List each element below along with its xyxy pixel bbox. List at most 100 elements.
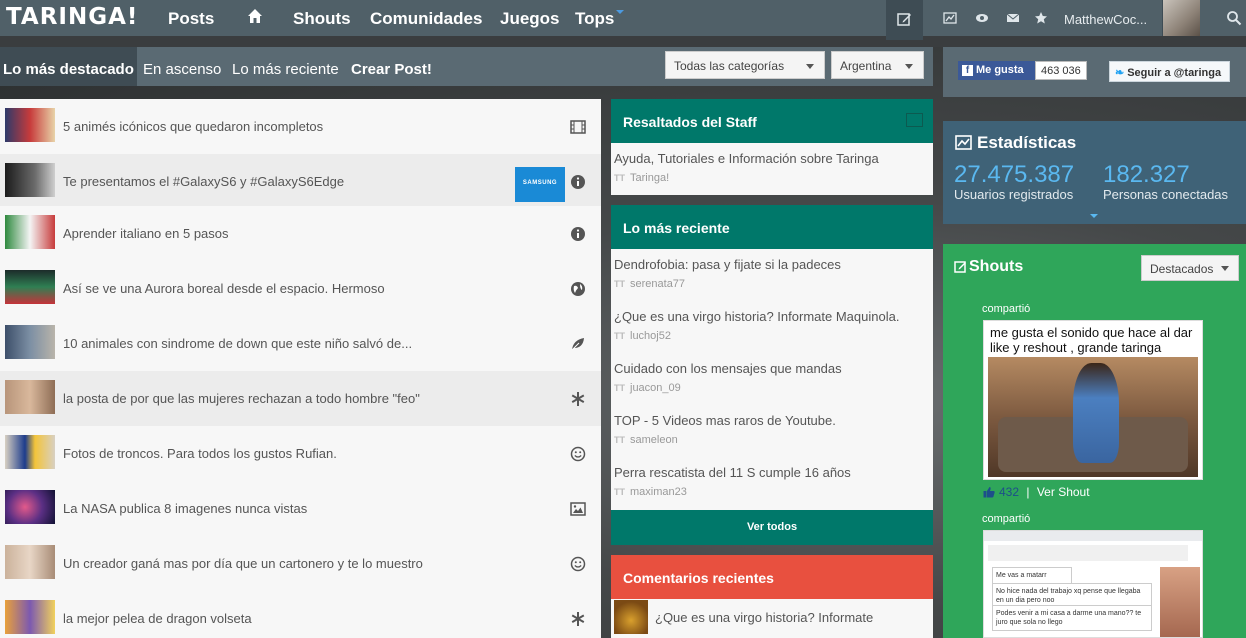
post-thumbnail[interactable] [5,325,55,359]
nav-comunidades[interactable]: Comunidades [370,9,482,29]
post-thumbnail[interactable] [5,163,55,197]
ver-todos-button[interactable]: Ver todos [611,510,933,545]
new-post-button[interactable] [886,0,923,40]
facebook-like-button[interactable]: f Me gusta [958,61,1036,80]
post-item[interactable]: la mejor pelea de dragon volseta [0,591,601,638]
post-item[interactable]: Fotos de troncos. Para todos los gustos … [0,426,601,481]
recent-panel-header: Lo más reciente [611,205,933,249]
shout-image[interactable]: Me vas a matarr No hice nada del trabajo… [983,530,1203,638]
post-item[interactable]: 10 animales con sindrome de down que est… [0,316,601,371]
toggle-icon[interactable] [906,113,923,127]
post-thumbnail[interactable] [5,545,55,579]
shout-actions: 432 | Ver Shout [983,485,1090,499]
post-item[interactable]: Un creador ganá mas por día que un carto… [0,536,601,591]
tab-mas-reciente[interactable]: Lo más reciente [232,61,339,78]
post-item[interactable]: 5 animés icónicos que quedaron incomplet… [0,99,601,154]
meme-caption: me gusta el sonido que hace al dar like … [990,325,1193,355]
info-icon [571,227,585,241]
eye-icon[interactable] [975,11,989,25]
ver-shout-link[interactable]: Ver Shout [1037,485,1090,499]
home-icon[interactable] [247,8,263,24]
category-select[interactable]: Todas las categorías [665,51,825,79]
edit-icon [897,13,911,26]
recent-item-title[interactable]: TOP - 5 Videos mas raros de Youtube. [614,413,836,428]
social-bar: f Me gusta 463 036 ❧ Seguir a @taringa [943,47,1246,97]
shouts-filter-select[interactable]: Destacados [1141,255,1239,281]
country-select[interactable]: Argentina [831,51,924,79]
post-title[interactable]: 10 animales con sindrome de down que est… [63,336,412,351]
nav-tops[interactable]: Tops [575,9,614,29]
post-thumbnail[interactable] [5,600,55,634]
recent-item-title[interactable]: ¿Que es una virgo historia? Informate Ma… [614,309,899,324]
image-icon [570,502,586,516]
create-post-link[interactable]: Crear Post! [351,61,432,78]
recent-item-title[interactable]: Cuidado con los mensajes que mandas [614,361,842,376]
staff-panel-body: Ayuda, Tutoriales e Información sobre Ta… [611,143,933,195]
chat-bubble: Podes venir a mi casa a darme una mano??… [992,605,1152,631]
tops-dropdown-caret-icon[interactable] [616,10,624,14]
recent-item-user[interactable]: TT maximan23 [614,486,687,498]
recent-item-title[interactable]: Dendrofobia: pasa y fijate si la padeces [614,257,841,272]
recent-panel-title: Lo más reciente [623,220,730,236]
comment-post-title[interactable]: ¿Que es una virgo historia? Informate [655,610,873,625]
country-select-value: Argentina [840,59,892,73]
stats-icon[interactable] [943,11,957,25]
post-thumbnail[interactable] [5,108,55,142]
recent-item-user[interactable]: TT juacon_09 [614,382,681,394]
twitter-icon: ❧ [1115,67,1125,79]
globe-icon [571,282,585,296]
mail-icon[interactable] [1006,11,1020,25]
smiley-icon [570,446,586,462]
leaf-icon [571,338,584,351]
staff-item-user[interactable]: TT Taringa! [614,172,669,184]
post-title[interactable]: Fotos de troncos. Para todos los gustos … [63,446,337,461]
facebook-like-label: Me gusta [976,64,1024,76]
post-thumbnail[interactable] [5,215,55,249]
recent-item-user[interactable]: TT serenata77 [614,278,685,290]
online-users-label: Personas conectadas [1103,187,1229,202]
tab-destacado[interactable]: Lo más destacado [0,47,137,86]
recent-item-title[interactable]: Perra rescatista del 11 S cumple 16 años [614,465,851,480]
shout-image[interactable]: me gusta el sonido que hace al dar like … [983,320,1203,480]
search-icon[interactable] [1226,10,1242,26]
online-users-count: 182.327 [1103,161,1190,188]
twitter-follow-button[interactable]: ❧ Seguir a @taringa [1109,61,1230,82]
star-icon[interactable] [1034,11,1048,25]
tab-en-ascenso[interactable]: En ascenso [143,61,221,78]
nav-juegos[interactable]: Juegos [500,9,560,29]
chat-bubble: Me vas a matarr [992,567,1072,584]
post-title[interactable]: Un creador ganá mas por día que un carto… [63,556,423,571]
screenshot-photo [1160,567,1200,637]
post-item[interactable]: Aprender italiano en 5 pasos [0,206,601,261]
post-thumbnail[interactable] [5,435,55,469]
post-title[interactable]: la mejor pelea de dragon volseta [63,611,252,626]
post-thumbnail[interactable] [5,490,55,524]
nav-shouts[interactable]: Shouts [293,9,351,29]
post-title[interactable]: La NASA publica 8 imagenes nunca vistas [63,501,307,516]
post-item[interactable]: la posta de por que las mujeres rechazan… [0,371,601,426]
recent-item-user[interactable]: TT luchoj52 [614,330,671,342]
post-title[interactable]: 5 animés icónicos que quedaron incomplet… [63,119,323,134]
post-thumbnail[interactable] [5,380,55,414]
taringa-logo[interactable]: TARINGA! [6,4,138,30]
staff-item-title[interactable]: Ayuda, Tutoriales e Información sobre Ta… [614,151,879,166]
shouts-title: Shouts [969,258,1024,275]
post-thumbnail[interactable] [5,270,55,304]
post-title[interactable]: Así se ve una Aurora boreal desde el esp… [63,281,385,296]
recent-item-user[interactable]: TT sameleon [614,434,678,446]
facebook-icon: f [962,65,973,76]
post-item[interactable]: Te presentamos el #GalaxyS6 y #GalaxyS6E… [0,154,601,206]
nav-posts[interactable]: Posts [168,9,214,29]
shout-like-count: 432 [999,485,1020,499]
thumbs-up-icon[interactable] [983,486,995,498]
username-label[interactable]: MatthewCoc... [1064,12,1147,27]
user-avatar[interactable] [1162,0,1200,36]
post-title[interactable]: Te presentamos el #GalaxyS6 y #GalaxyS6E… [63,174,344,189]
post-item[interactable]: Así se ve una Aurora boreal desde el esp… [0,261,601,316]
comment-avatar[interactable] [614,600,648,634]
chevron-down-icon[interactable] [1090,214,1098,218]
post-title[interactable]: Aprender italiano en 5 pasos [63,226,229,241]
post-item[interactable]: La NASA publica 8 imagenes nunca vistas [0,481,601,536]
edit-icon [954,261,966,273]
post-title[interactable]: la posta de por que las mujeres rechazan… [63,391,420,406]
